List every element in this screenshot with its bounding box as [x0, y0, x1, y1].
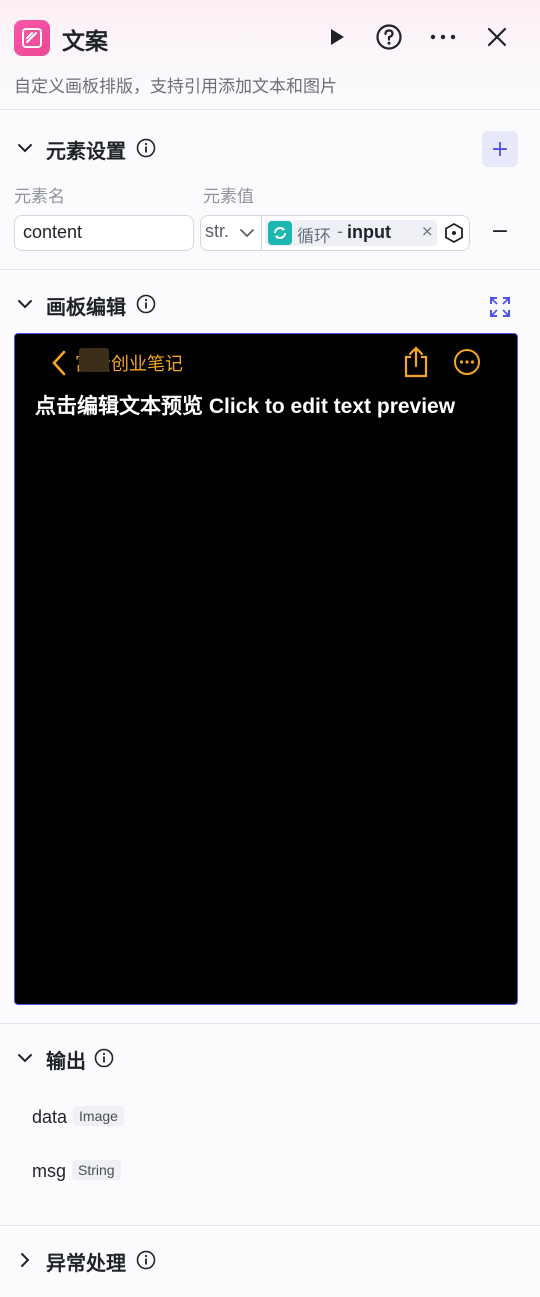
reference-variable: input: [347, 222, 391, 242]
output-name: msg: [32, 1161, 67, 1181]
canvas-text-element[interactable]: 点击编辑文本预览 Click to edit text preview: [35, 390, 455, 420]
help-icon: [376, 24, 402, 50]
chevron-down-icon[interactable]: [14, 293, 36, 315]
output-name: data: [32, 1107, 68, 1127]
divider: [0, 1023, 540, 1024]
output-item: data Image: [32, 1106, 124, 1128]
add-element-button[interactable]: +: [482, 131, 518, 167]
expand-icon[interactable]: [489, 296, 511, 318]
chevron-down-icon[interactable]: [239, 225, 255, 241]
blurred-region: [79, 348, 109, 372]
chevron-down-icon[interactable]: [14, 137, 36, 159]
chevron-down-icon[interactable]: [14, 1047, 36, 1069]
node-header: 文案 自定义画板排版，支持引用添加文本和图片: [0, 0, 540, 110]
divider: [0, 1225, 540, 1226]
element-settings-header[interactable]: 元素设置: [0, 129, 540, 169]
node-description: 自定义画板排版，支持引用添加文本和图片: [14, 77, 337, 97]
output-header[interactable]: 输出: [0, 1039, 540, 1079]
element-value-field[interactable]: str. 循环 - input ×: [200, 215, 470, 251]
remove-element-button[interactable]: −: [488, 219, 512, 247]
divider: [261, 216, 262, 250]
node-title: 文案: [62, 29, 108, 55]
section-title: 输出: [46, 1049, 86, 1073]
output-item: msg String: [32, 1160, 121, 1182]
divider: [0, 269, 540, 270]
close-button[interactable]: [482, 22, 512, 52]
more-icon: [430, 34, 456, 40]
draw-app-icon: [14, 20, 50, 56]
help-button[interactable]: [374, 22, 404, 52]
run-icon: [331, 29, 344, 45]
clear-reference-button[interactable]: ×: [421, 222, 434, 240]
more-circle-icon: [454, 349, 480, 375]
type-select[interactable]: str.: [205, 221, 229, 242]
output-type-badge: String: [72, 1160, 121, 1180]
info-icon[interactable]: [136, 294, 156, 314]
section-title: 元素设置: [46, 139, 126, 163]
chevron-right-icon[interactable]: [14, 1249, 36, 1271]
reference-separator: -: [337, 222, 344, 242]
more-button[interactable]: [428, 22, 458, 52]
variable-reference-tag[interactable]: 循环 - input ×: [265, 220, 437, 247]
canvas-preview[interactable]: 富贵创业笔记 点击编辑文本预览 Click to edit text previ…: [14, 333, 518, 1005]
info-icon[interactable]: [136, 138, 156, 158]
share-icon: [404, 346, 428, 378]
column-label-name: 元素名: [14, 187, 65, 207]
column-label-value: 元素值: [203, 187, 254, 207]
variable-picker-icon[interactable]: [443, 222, 465, 244]
reference-node-name: 循环: [297, 227, 331, 247]
element-name-input[interactable]: content: [14, 215, 194, 251]
canvas-editor-header[interactable]: 画板编辑: [0, 285, 540, 325]
output-type-badge: Image: [73, 1106, 124, 1126]
close-icon: [487, 27, 507, 47]
section-title: 画板编辑: [46, 295, 126, 319]
loop-icon: [268, 221, 292, 245]
back-arrow-icon: [52, 350, 66, 376]
info-icon[interactable]: [136, 1250, 156, 1270]
run-button[interactable]: [321, 22, 351, 52]
info-icon[interactable]: [94, 1048, 114, 1068]
section-title: 异常处理: [46, 1251, 126, 1275]
exception-header[interactable]: 异常处理: [0, 1241, 540, 1281]
